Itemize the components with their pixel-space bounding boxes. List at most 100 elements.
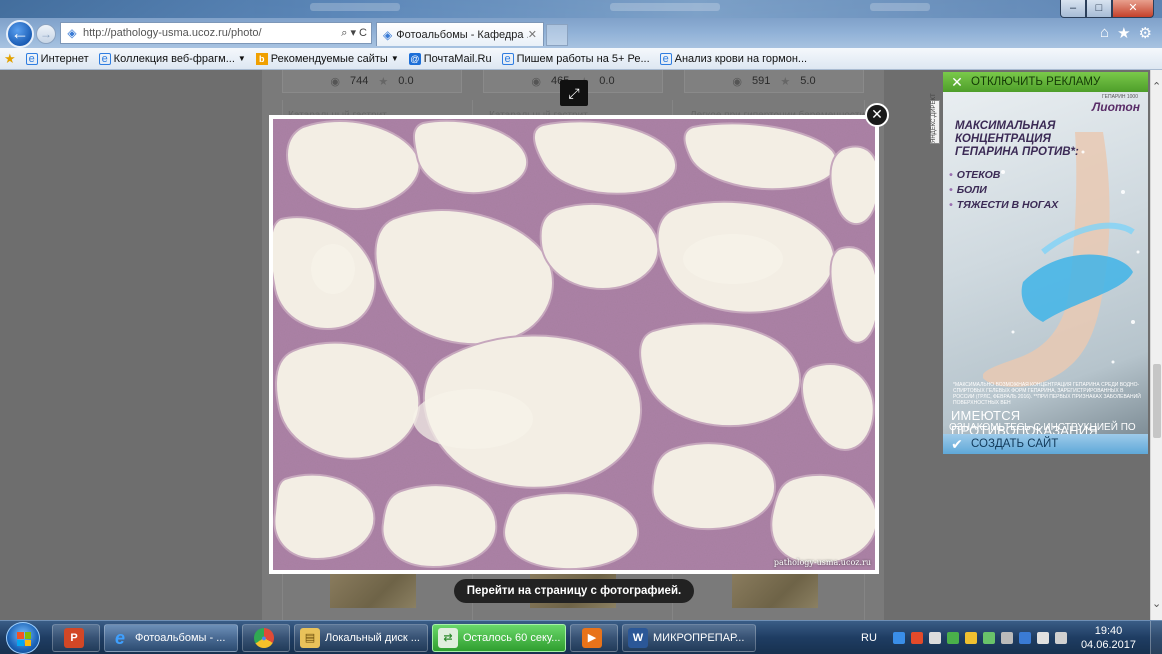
home-icon[interactable]: ⌂ (1100, 24, 1109, 42)
settings-gear-icon[interactable]: ⚙ (1139, 24, 1152, 42)
taskbar-local-disk[interactable]: ▤ Локальный диск ... (294, 624, 428, 652)
disable-ads-label: ОТКЛЮЧИТЬ РЕКЛАМУ (971, 76, 1101, 88)
rating-star-icon: ★ (780, 75, 791, 88)
go-to-photo-page-button[interactable]: Перейти на страницу с фотографией. (454, 579, 694, 603)
favorite-suggested-sites[interactable]: b Рекомендуемые сайты ▼ (255, 52, 399, 65)
flag-quadrant (24, 632, 31, 639)
minimize-button[interactable]: – (1060, 0, 1086, 18)
address-bar[interactable]: ◈ http://pathology-usma.ucoz.ru/photo/ ⌕… (60, 22, 372, 44)
back-button[interactable]: ← (6, 20, 34, 48)
taskbar-chrome[interactable]: ● (242, 624, 290, 652)
tray-app-icon[interactable] (892, 632, 905, 644)
browser-toolbar-icons: ⌂ ★ ⚙ (1100, 24, 1152, 42)
photo-thumbnail[interactable] (330, 572, 416, 608)
taskbar-powerpoint[interactable]: P (52, 624, 100, 652)
create-site-button[interactable]: ✔ СОЗДАТЬ САЙТ (943, 434, 1148, 454)
ie-icon: e (501, 52, 514, 65)
favorite-writing-service[interactable]: e Пишем работы на 5+ Ре... (501, 52, 650, 65)
clock-date: 04.06.2017 (1080, 639, 1136, 651)
clock[interactable]: 19:40 04.06.2017 (1081, 624, 1136, 652)
windows-taskbar: P e Фотоальбомы - ... ● ▤ Локальный диск… (0, 620, 1162, 654)
taskbar-label: Осталось 60 секу... (463, 632, 561, 644)
address-url[interactable]: http://pathology-usma.ucoz.ru/photo/ (83, 27, 341, 39)
advertisement: ✕ ОТКЛЮЧИТЬ РЕКЛАМУ ГЕПАРИН 1000 Лиотон … (943, 72, 1148, 456)
views-eye-icon: ◉ (531, 75, 542, 88)
rating-value: 0.0 (599, 75, 615, 87)
favorite-label: Интернет (40, 52, 89, 65)
favorite-web-slices[interactable]: e Коллекция веб-фрагм... ▼ (98, 52, 246, 65)
favorite-label: Рекомендуемые сайты (270, 52, 388, 65)
signal-icon[interactable] (1054, 632, 1067, 644)
ad-instructions: ОЗНАКОМЬТЕСЬ С ИНСТРУКЦИЕЙ ПО ПРИМЕНЕНИЮ (949, 422, 1136, 434)
scroll-up-icon[interactable]: ⌃ (1152, 80, 1161, 93)
tray-app-icon[interactable] (1000, 632, 1013, 644)
photo-thumbnail[interactable] (732, 572, 818, 608)
flag-quadrant (24, 639, 31, 646)
blurred-title (610, 3, 720, 11)
favorite-label: Анализ крови на гормон... (674, 52, 808, 65)
new-tab-button[interactable] (546, 24, 568, 46)
photo-card-stats: ◉ 591 ★ 5.0 (684, 70, 864, 93)
checkmark-icon: ✔ (951, 435, 963, 452)
forward-button[interactable]: → (36, 24, 56, 44)
taskbar-label: МИКРОПРЕПАР... (653, 632, 745, 644)
scroll-down-icon[interactable]: ⌄ (1152, 597, 1161, 610)
blurred-title (310, 3, 400, 11)
volume-icon[interactable] (1036, 632, 1049, 644)
disable-ads-button[interactable]: ✕ ОТКЛЮЧИТЬ РЕКЛАМУ (943, 72, 1148, 92)
bing-icon: b (255, 52, 268, 65)
taskbar-ie-photo-albums[interactable]: e Фотоальбомы - ... (104, 624, 238, 652)
taskbar-media-player[interactable]: ▶ (570, 624, 618, 652)
ad-headline-line: МАКСИМАЛЬНАЯ (955, 120, 1056, 132)
browser-chrome: – □ ✕ ← → ◈ http://pathology-usma.ucoz.r… (0, 0, 1162, 70)
start-button[interactable] (6, 622, 40, 654)
ad-bullet: ОТЕКОВ (949, 168, 1058, 183)
add-favorite-star-icon[interactable]: ★ (4, 51, 16, 67)
window-controls: – □ ✕ (1060, 0, 1154, 18)
rating-value: 5.0 (800, 75, 816, 87)
site-favicon-icon: ◈ (67, 26, 77, 40)
taskbar-word-document[interactable]: W МИКРОПРЕПАР... (622, 624, 756, 652)
lightbox-close-button[interactable]: ✕ (865, 103, 889, 127)
language-indicator[interactable]: RU (861, 632, 877, 644)
taskbar-label: Фотоальбомы - ... (135, 632, 226, 644)
tray-app-icon[interactable] (910, 632, 923, 644)
search-refresh-icons[interactable]: ⌕ ▾ C (341, 26, 371, 40)
chevron-down-icon: ▼ (237, 54, 246, 63)
photo-card-stats: ◉ 744 ★ 0.0 (282, 70, 462, 93)
taskbar-copy-progress[interactable]: ⇄ Осталось 60 секу... (432, 624, 566, 652)
maximize-button[interactable]: □ (1086, 0, 1112, 18)
page-scrollbar[interactable]: ⌃ ⌄ (1150, 70, 1162, 620)
favorites-bar: ★ e Интернет e Коллекция веб-фрагм... ▼ … (0, 48, 1162, 70)
favorite-blood-test[interactable]: e Анализ крови на гормон... (659, 52, 808, 65)
tray-app-icon[interactable] (928, 632, 941, 644)
histology-photo[interactable]: pathology-usma.ucoz.ru (273, 119, 875, 570)
powerpoint-icon: P (64, 628, 84, 648)
favorite-internet[interactable]: e Интернет (25, 52, 89, 65)
tab-label: Фотоальбомы - Кафедра ... (396, 28, 528, 41)
network-icon[interactable] (1018, 632, 1031, 644)
favorites-star-icon[interactable]: ★ (1117, 24, 1130, 42)
ad-fine-print: *МАКСИМАЛЬНО ВОЗМОЖНАЯ КОНЦЕНТРАЦИЯ ГЕПА… (953, 382, 1141, 406)
ad-banner[interactable]: ГЕПАРИН 1000 Лиотон МАКСИМАЛЬНАЯ КОНЦЕНТ… (943, 92, 1148, 434)
close-window-button[interactable]: ✕ (1112, 0, 1154, 18)
favorite-label: Пишем работы на 5+ Ре... (516, 52, 650, 65)
tray-app-icon[interactable] (964, 632, 977, 644)
ad-headline-line: КОНЦЕНТРАЦИЯ (955, 133, 1051, 145)
show-desktop-button[interactable] (1150, 621, 1162, 654)
tab-photo-albums[interactable]: ◈ Фотоальбомы - Кафедра ... ✕ (376, 22, 544, 46)
chrome-icon: ● (254, 628, 274, 648)
ie-icon: e (25, 52, 38, 65)
mail-icon: @ (408, 52, 421, 65)
tray-app-icon[interactable] (946, 632, 959, 644)
favorite-mail-ru[interactable]: @ ПочтаMail.Ru (408, 52, 492, 65)
fullscreen-expand-button[interactable]: ⤢ (560, 80, 588, 106)
scroll-thumb[interactable] (1153, 364, 1161, 438)
ad-side-label[interactable]: ЯНДЕКС.ДИРЕКТ (930, 93, 940, 144)
ad-bullets: ОТЕКОВ БОЛИ ТЯЖЕСТИ В НОГАХ (949, 168, 1059, 213)
tray-app-icon[interactable] (982, 632, 995, 644)
ie-icon: e (98, 52, 111, 65)
tab-close-icon[interactable]: ✕ (528, 28, 537, 41)
ad-bullet: БОЛИ (949, 183, 1058, 198)
taskbar-label: Локальный диск ... (325, 632, 420, 644)
